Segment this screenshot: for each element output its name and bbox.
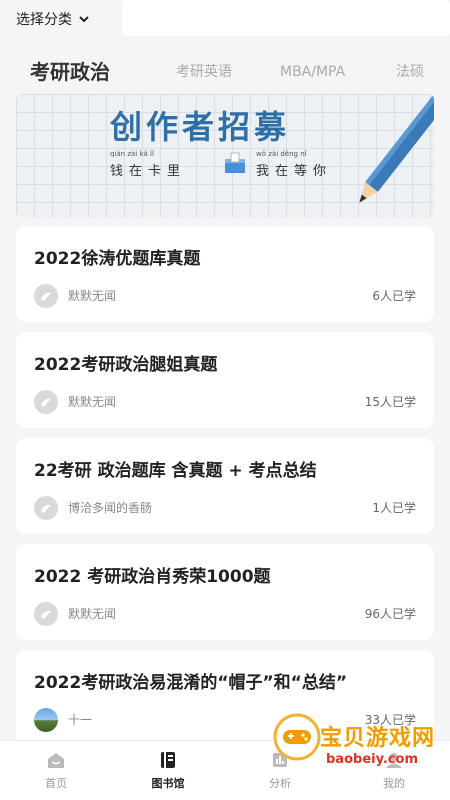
learner-count: 1人已学	[372, 501, 416, 515]
pencil-icon	[359, 95, 434, 203]
banner-title: 创作者招募	[110, 108, 291, 146]
list-item[interactable]: 2022考研政治腿姐真题 默默无闻 15人已学	[16, 332, 434, 428]
ballot-box-icon	[225, 152, 245, 173]
tab-politics[interactable]: 考研政治	[30, 52, 110, 92]
card-title: 2022考研政治易混淆的“帽子”和“总结”	[34, 673, 348, 693]
avatar	[34, 708, 58, 732]
avatar	[34, 496, 58, 520]
tab-mba-mpa[interactable]: MBA/MPA	[280, 52, 345, 92]
author-name: 默默无闻	[68, 395, 117, 409]
learner-count: 6人已学	[372, 289, 416, 303]
search-input[interactable]	[122, 0, 450, 36]
tab-home-label: 首页	[45, 777, 67, 790]
gamepad-icon	[273, 713, 321, 761]
avatar	[34, 284, 58, 308]
banner-pinyin-left: qián zài kǎ lǐ	[110, 150, 154, 158]
learner-count: 15人已学	[364, 395, 416, 409]
author-name: 博洽多闻的香肠	[68, 501, 153, 515]
banner-pinyin-right: wǒ zài děng nǐ	[256, 150, 307, 158]
top-bar: 选择分类	[0, 0, 450, 44]
category-select-label: 选择分类	[16, 12, 72, 28]
watermark: 宝贝游戏网 baobeiy.com	[268, 708, 448, 782]
author-name: 十一	[68, 713, 93, 727]
avatar	[34, 602, 58, 626]
tab-home[interactable]: 首页	[26, 749, 86, 791]
creator-recruit-banner[interactable]: 创作者招募 qián zài kǎ lǐ wǒ zài děng nǐ 钱在卡里…	[16, 94, 434, 218]
watermark-url: baobeiy.com	[326, 752, 418, 767]
tab-law[interactable]: 法硕	[396, 52, 424, 92]
list-item[interactable]: 2022 考研政治肖秀荣1000题 默默无闻 96人已学	[16, 544, 434, 640]
card-title: 2022徐涛优题库真题	[34, 249, 201, 269]
library-icon	[161, 752, 175, 768]
avatar	[34, 390, 58, 414]
list-item[interactable]: 22考研 政治题库 含真题 + 考点总结 博洽多闻的香肠 1人已学	[16, 438, 434, 534]
author-name: 默默无闻	[68, 289, 117, 303]
tab-library-label: 图书馆	[151, 777, 185, 790]
card-title: 2022 考研政治肖秀荣1000题	[34, 567, 271, 587]
tab-library[interactable]: 图书馆	[138, 749, 198, 791]
banner-subtitle-left: 钱在卡里	[110, 164, 187, 179]
list-item[interactable]: 2022徐涛优题库真题 默默无闻 6人已学	[16, 226, 434, 322]
tab-english[interactable]: 考研英语	[176, 52, 232, 92]
card-title: 2022考研政治腿姐真题	[34, 355, 218, 375]
subject-tabs: 考研政治 考研英语 MBA/MPA 法硕	[0, 52, 450, 92]
category-select[interactable]: 选择分类	[16, 9, 90, 29]
watermark-text: 宝贝游戏网	[320, 726, 436, 751]
card-title: 22考研 政治题库 含真题 + 考点总结	[34, 461, 317, 481]
learner-count: 96人已学	[364, 607, 416, 621]
author-name: 默默无闻	[68, 607, 117, 621]
chevron-down-icon	[79, 16, 89, 23]
banner-subtitle-right: 我在等你	[256, 164, 333, 179]
home-icon	[48, 753, 64, 768]
